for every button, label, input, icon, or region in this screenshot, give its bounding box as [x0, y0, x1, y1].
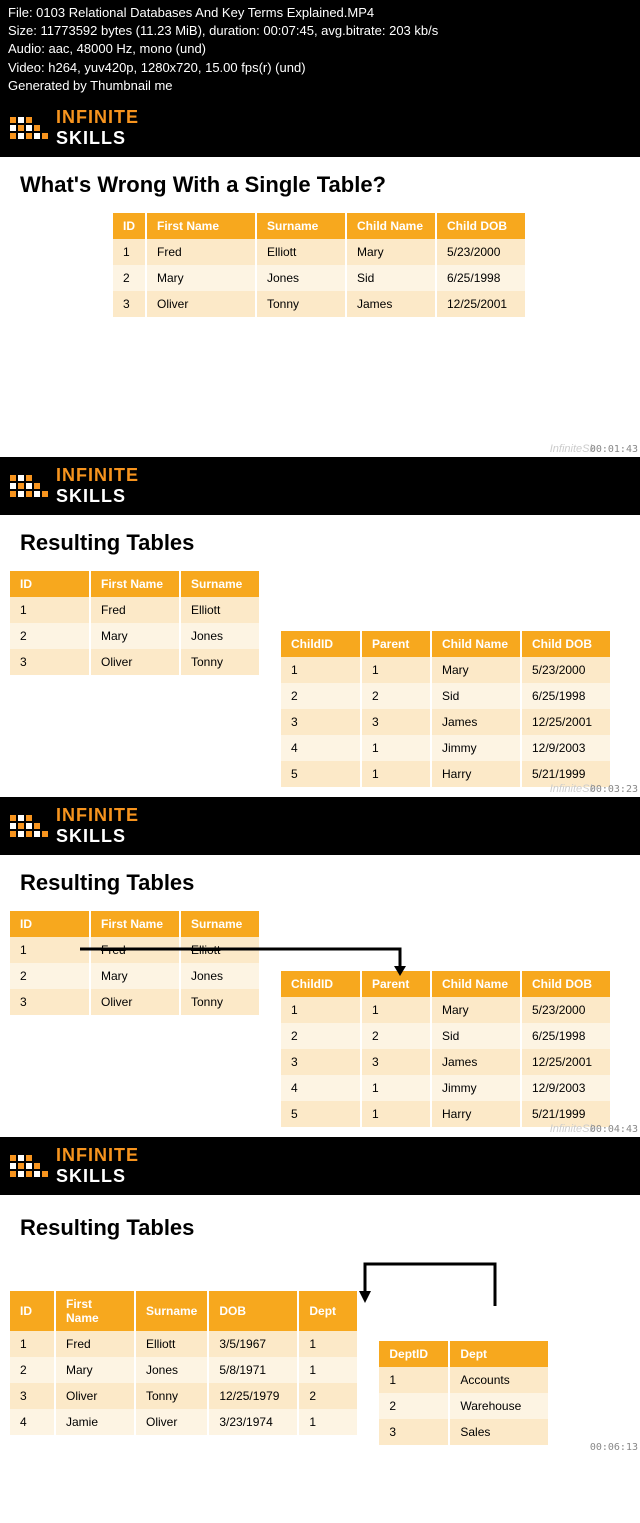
- table-row: 3OliverTonnyJames12/25/2001: [113, 291, 526, 317]
- logo-icon: [10, 815, 48, 837]
- col-firstname: First Name: [146, 213, 256, 239]
- table-row: 22Sid6/25/1998: [281, 683, 611, 709]
- logo-bar: INFINITESKILLS: [0, 457, 640, 515]
- slide-title: Resulting Tables: [10, 530, 620, 556]
- logo-icon: [10, 1155, 48, 1177]
- table-row: 2MaryJones5/8/19711: [10, 1357, 358, 1383]
- timestamp: 00:01:43: [590, 444, 638, 455]
- relation-arrow-icon: [355, 1261, 505, 1311]
- slide-title: Resulting Tables: [10, 870, 620, 896]
- col-childdob: Child DOB: [436, 213, 526, 239]
- employees-table: IDFirst NameSurnameDOBDept 1FredElliott3…: [10, 1291, 359, 1435]
- table-row: 1FredElliott3/5/19671: [10, 1331, 358, 1357]
- timestamp: 00:04:43: [590, 1124, 638, 1135]
- slide-1: What's Wrong With a Single Table? ID Fir…: [0, 157, 640, 457]
- table-row: 41Jimmy12/9/2003: [281, 735, 611, 761]
- table-row: 1Accounts: [379, 1367, 549, 1393]
- logo-icon: [10, 475, 48, 497]
- logo-text: INFINITESKILLS: [56, 465, 139, 507]
- table-row: 3Sales: [379, 1419, 549, 1445]
- watermark: InfiniteSk: [550, 1123, 595, 1135]
- slide-title: What's Wrong With a Single Table?: [20, 172, 620, 198]
- logo-icon: [10, 117, 48, 139]
- table-row: 11Mary5/23/2000: [281, 997, 611, 1023]
- file-info-header: File: 0103 Relational Databases And Key …: [0, 0, 640, 99]
- col-id: ID: [113, 213, 146, 239]
- children-table: ChildIDParentChild NameChild DOB 11Mary5…: [281, 631, 612, 787]
- table-row: 3OliverTonny12/25/19792: [10, 1383, 358, 1409]
- table-row: 1FredElliott: [10, 597, 260, 623]
- slide-2: Resulting Tables IDFirst NameSurname 1Fr…: [0, 515, 640, 797]
- table-row: 2MaryJones: [10, 623, 260, 649]
- logo-text: INFINITESKILLS: [56, 1145, 139, 1187]
- table-row: 2MaryJonesSid6/25/1998: [113, 265, 526, 291]
- table-row: 3OliverTonny: [10, 989, 260, 1015]
- col-childname: Child Name: [346, 213, 436, 239]
- table-row: 33James12/25/2001: [281, 709, 611, 735]
- table-header-row: ID First Name Surname Child Name Child D…: [113, 213, 526, 239]
- timestamp: 00:03:23: [590, 784, 638, 795]
- watermark: InfiniteSk: [550, 443, 595, 455]
- single-table: ID First Name Surname Child Name Child D…: [113, 213, 527, 317]
- slide-4: Resulting Tables IDFirst NameSurnameDOBD…: [0, 1195, 640, 1455]
- table-row: 4JamieOliver3/23/19741: [10, 1409, 358, 1435]
- size-line: Size: 11773592 bytes (11.23 MiB), durati…: [8, 22, 632, 40]
- departments-table: DeptIDDept 1Accounts 2Warehouse 3Sales: [379, 1341, 550, 1445]
- logo-text: INFINITESKILLS: [56, 805, 139, 847]
- table-row: 2Warehouse: [379, 1393, 549, 1419]
- video-line: Video: h264, yuv420p, 1280x720, 15.00 fp…: [8, 59, 632, 77]
- table-row: 41Jimmy12/9/2003: [281, 1075, 611, 1101]
- logo-bar: INFINITESKILLS: [0, 1137, 640, 1195]
- file-line: File: 0103 Relational Databases And Key …: [8, 4, 632, 22]
- table-row: 11Mary5/23/2000: [281, 657, 611, 683]
- slide-title: Resulting Tables: [10, 1215, 620, 1241]
- slide-3: Resulting Tables IDFirst NameSurname 1Fr…: [0, 855, 640, 1137]
- table-row: 1FredElliottMary5/23/2000: [113, 239, 526, 265]
- table-row: 33James12/25/2001: [281, 1049, 611, 1075]
- logo-bar: INFINITESKILLS: [0, 99, 640, 157]
- audio-line: Audio: aac, 48000 Hz, mono (und): [8, 40, 632, 58]
- logo-bar: INFINITESKILLS: [0, 797, 640, 855]
- relation-arrow-icon: [80, 946, 430, 981]
- children-table: ChildIDParentChild NameChild DOB 11Mary5…: [281, 971, 612, 1127]
- col-surname: Surname: [256, 213, 346, 239]
- parents-table: IDFirst NameSurname 1FredElliott 2MaryJo…: [10, 571, 261, 675]
- timestamp: 00:06:13: [590, 1442, 638, 1453]
- logo-text: INFINITESKILLS: [56, 107, 139, 149]
- table-row: 22Sid6/25/1998: [281, 1023, 611, 1049]
- table-row: 3OliverTonny: [10, 649, 260, 675]
- watermark: InfiniteSk: [550, 783, 595, 795]
- generated-line: Generated by Thumbnail me: [8, 77, 632, 95]
